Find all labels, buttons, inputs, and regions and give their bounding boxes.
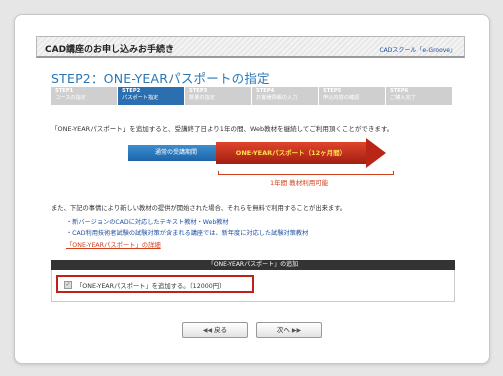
list-item: ・新バージョンのCADに対応したテキスト教材・Web教材 <box>66 219 229 226</box>
double-right-arrow-icon: ▶▶ <box>291 327 302 334</box>
step-num: STEP6 <box>390 88 409 94</box>
step-num: STEP5 <box>323 88 342 94</box>
passport-checkbox[interactable]: ✓ <box>64 281 72 289</box>
passport-period-arrow-head <box>366 138 386 168</box>
passport-period-arrow: ONE-YEARパスポート（12ヶ月間） <box>216 142 366 164</box>
brand-link[interactable]: CADスクール「e-Groove」 <box>379 45 456 54</box>
step-6: STEP6 ご購入完了 <box>386 87 452 105</box>
step-label: コースの指定 <box>55 95 86 101</box>
step-3: STEP3 数量の指定 <box>185 87 251 105</box>
passport-detail-link[interactable]: 「ONE-YEARパスポート」の詳細 <box>66 240 161 249</box>
header-title: CAD講座のお申し込みお手続き <box>45 45 175 55</box>
step-label: お客様情報の入力 <box>256 95 298 101</box>
passport-diagram: 通常の受講期間 ONE-YEARパスポート（12ヶ月間） <box>120 138 400 168</box>
back-button[interactable]: ◀◀ 戻る <box>182 322 248 338</box>
step-5: STEP5 申込内容の確認 <box>319 87 385 105</box>
list-item: ・CAD利用技術者試験の試験対策が含まれる講座では、新年度に対応した試験対策教材 <box>66 230 309 237</box>
page-title: STEP2：ONE-YEARパスポートの指定 <box>51 71 270 86</box>
step-label: パスポート指定 <box>122 95 159 101</box>
normal-period-arrow: 通常の受講期間 <box>128 145 224 161</box>
step-num: STEP1 <box>55 88 74 94</box>
option-box: ✓ 「ONE-YEARパスポート」を追加する。〔12000円〕 <box>51 270 455 302</box>
passport-option[interactable]: ✓ 「ONE-YEARパスポート」を追加する。〔12000円〕 <box>56 275 254 293</box>
page-header: CAD講座のお申し込みお手続き CADスクール「e-Groove」 <box>36 36 465 58</box>
step-label: ご購入完了 <box>390 95 416 101</box>
main-frame <box>14 14 490 364</box>
step-1: STEP1 コースの指定 <box>51 87 117 105</box>
step-num: STEP4 <box>256 88 275 94</box>
note-text: また、下記の事情により新しい教材の提供が開始された場合、それらを無料で利用するこ… <box>51 205 347 212</box>
period-bracket <box>218 171 394 175</box>
passport-option-label: 「ONE-YEARパスポート」を追加する。〔12000円〕 <box>76 283 226 290</box>
next-label: 次へ <box>276 326 290 334</box>
step-2: STEP2 パスポート指定 <box>118 87 184 105</box>
period-note: 1年間 教材利用可能 <box>270 179 329 187</box>
next-button[interactable]: 次へ ▶▶ <box>256 322 322 338</box>
benefit-list: ・新バージョンのCADに対応したテキスト教材・Web教材 ・CAD利用技術者試験… <box>66 217 308 239</box>
step-label: 申込内容の確認 <box>323 95 360 101</box>
step-num: STEP3 <box>189 88 208 94</box>
back-label: 戻る <box>214 326 228 334</box>
double-left-arrow-icon: ◀◀ <box>202 327 213 334</box>
step-label: 数量の指定 <box>189 95 215 101</box>
step-progress: STEP1 コースの指定 STEP2 パスポート指定 STEP3 数量の指定 S… <box>51 87 453 105</box>
step-num: STEP2 <box>122 88 141 94</box>
intro-text: 「ONE-YEARパスポート」を追加すると、受講終了日より1年の間、Web教材を… <box>51 125 394 133</box>
step-4: STEP4 お客様情報の入力 <box>252 87 318 105</box>
option-header: 「ONE-YEARパスポート」の追加 <box>51 260 455 270</box>
